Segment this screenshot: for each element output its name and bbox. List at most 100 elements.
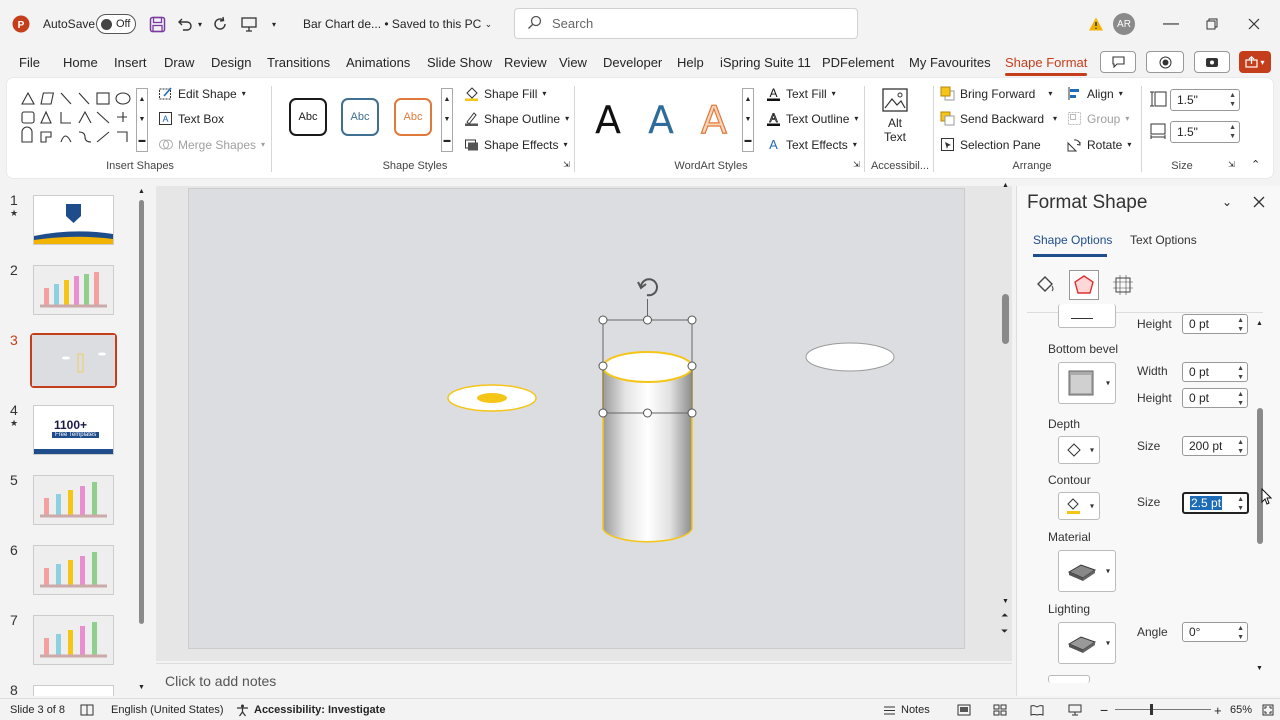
present-icon[interactable] [240, 0, 258, 48]
pane-options-chevron-icon[interactable]: ⌄ [1222, 195, 1232, 209]
shape-height-input[interactable]: 1.5" ▲ ▼ [1170, 89, 1240, 111]
customize-toolbar-icon[interactable]: ▾ [272, 0, 276, 48]
fill-line-icon[interactable] [1034, 274, 1056, 299]
collapse-ribbon-icon[interactable]: ⌃ [1251, 158, 1260, 171]
thumbnails-scrollbar[interactable]: ▲ ▼ [136, 188, 146, 692]
undo-icon[interactable] [176, 0, 194, 48]
scroll-up-icon[interactable]: ▲ [1002, 182, 1009, 189]
tab-home[interactable]: Home [63, 48, 98, 76]
slide-thumbnail-5[interactable] [33, 475, 114, 525]
comments-button[interactable] [1100, 51, 1136, 73]
slide-thumbnail-4[interactable]: 1100+ Free Templates [33, 405, 114, 455]
canvas-scrollbar[interactable]: ▲ ▼ ⏶ ⏷ [1000, 182, 1012, 646]
depth-color-button[interactable]: ▾ [1058, 436, 1100, 464]
tab-transitions[interactable]: Transitions [267, 48, 330, 76]
style-preset-black[interactable]: Abc [289, 98, 327, 136]
slide-thumbnail-8[interactable] [33, 685, 114, 696]
lighting-button[interactable]: ▾ [1058, 622, 1116, 664]
depth-size-input[interactable]: 200 pt ▲ ▼ [1182, 436, 1248, 456]
tab-text-options[interactable]: Text Options [1130, 233, 1197, 247]
tab-review[interactable]: Review [504, 48, 547, 76]
shapes-gallery-scroll[interactable]: ▲ ▼ ▬ [136, 88, 148, 152]
slide-sorter-icon[interactable] [993, 699, 1007, 720]
accessibility-checker[interactable]: Accessibility: Investigate [236, 699, 385, 720]
bottom-width-input[interactable]: 0 pt ▲ ▼ [1182, 362, 1248, 382]
tab-shape-options[interactable]: Shape Options [1033, 233, 1112, 247]
wordart-blue[interactable]: A [648, 98, 674, 142]
dialog-launcher-icon[interactable]: ⇲ [1228, 160, 1235, 169]
normal-view-icon[interactable] [957, 699, 971, 720]
warning-icon[interactable] [1088, 0, 1104, 48]
minimize-icon[interactable]: — [1163, 0, 1179, 48]
zoom-in-icon[interactable]: + [1214, 699, 1222, 720]
group-button[interactable]: Group ▾ [1067, 111, 1129, 126]
save-icon[interactable] [149, 0, 166, 48]
record-button[interactable] [1146, 51, 1184, 73]
teams-button[interactable] [1194, 51, 1230, 73]
wordart-orange-outline[interactable]: A [700, 97, 727, 142]
slideshow-view-icon[interactable] [1068, 699, 1082, 720]
tab-help[interactable]: Help [677, 48, 704, 76]
next-slide-icon[interactable]: ⏷ [1001, 626, 1008, 637]
slide-thumbnail-6[interactable] [33, 545, 114, 595]
share-button[interactable]: ▾ [1239, 51, 1271, 73]
previous-slide-icon[interactable]: ⏶ [1001, 610, 1008, 621]
tab-design[interactable]: Design [211, 48, 251, 76]
top-height-input[interactable]: 0 pt ▲ ▼ [1182, 314, 1248, 334]
spinner-icon[interactable]: ▲ ▼ [1229, 123, 1236, 141]
tab-developer[interactable]: Developer [603, 48, 662, 76]
cylinder-shape[interactable] [602, 351, 693, 543]
tab-insert[interactable]: Insert [114, 48, 147, 76]
effects-icon[interactable] [1069, 270, 1099, 300]
close-pane-icon[interactable] [1253, 196, 1265, 211]
undo-dropdown-icon[interactable]: ▾ [198, 0, 202, 48]
send-backward-button[interactable]: Send Backward ▾ [940, 111, 1057, 126]
scroll-up-icon[interactable]: ▲ [138, 188, 145, 195]
style-preset-blue[interactable]: Abc [341, 98, 379, 136]
scroll-down-icon[interactable]: ▼ [1256, 665, 1263, 672]
language-indicator[interactable]: English (United States) [111, 699, 224, 720]
zoom-slider-thumb[interactable] [1150, 704, 1153, 715]
edit-shape-button[interactable]: Edit Shape ▾ [158, 86, 246, 101]
autosave-toggle[interactable]: Off [96, 0, 136, 48]
thumbnails-scroll-thumb[interactable] [139, 200, 144, 624]
scroll-down-icon[interactable]: ▼ [138, 684, 145, 691]
tab-my-favourites[interactable]: My Favourites [909, 48, 991, 76]
text-effects-button[interactable]: A Text Effects ▾ [766, 137, 857, 152]
wordart-black[interactable]: A [595, 98, 621, 142]
merge-shapes-button[interactable]: Merge Shapes ▾ [158, 137, 265, 152]
close-window-icon[interactable] [1248, 0, 1260, 48]
tab-ispring[interactable]: iSpring Suite 11 [720, 48, 811, 76]
user-avatar[interactable]: AR [1113, 0, 1135, 48]
notes-toggle[interactable]: Notes [883, 699, 930, 720]
notes-pane[interactable]: Click to add notes [156, 663, 1012, 696]
dialog-launcher-icon[interactable]: ⇲ [563, 160, 570, 169]
spinner-icon[interactable]: ▲ ▼ [1237, 364, 1244, 382]
document-title[interactable]: Bar Chart de... • Saved to this PC ⌄ [303, 0, 492, 48]
bottom-bevel-button[interactable]: ▾ [1058, 362, 1116, 404]
canvas-scroll-thumb[interactable] [1002, 294, 1009, 344]
tab-file[interactable]: File [19, 48, 40, 76]
shape-width-input[interactable]: 1.5" ▲ ▼ [1170, 121, 1240, 143]
tab-animations[interactable]: Animations [346, 48, 410, 76]
scroll-up-icon[interactable]: ▲ [1256, 320, 1263, 327]
spinner-icon[interactable]: ▲ ▼ [1237, 390, 1244, 408]
size-properties-icon[interactable] [1112, 274, 1134, 299]
bring-forward-button[interactable]: Bring Forward ▾ [940, 86, 1052, 101]
pane-scroll-thumb[interactable] [1257, 408, 1263, 544]
spinner-icon[interactable]: ▲ ▼ [1237, 438, 1244, 456]
scroll-down-icon[interactable]: ▼ [1002, 598, 1009, 605]
alt-text-button[interactable]: Alt Text [873, 86, 917, 150]
top-bevel-button[interactable] [1058, 304, 1116, 328]
white-ellipse-shape[interactable] [805, 342, 895, 372]
tab-shape-format[interactable]: Shape Format [1005, 48, 1088, 76]
shape-effects-button[interactable]: Shape Effects ▾ [464, 137, 568, 152]
slide-thumbnail-2[interactable] [33, 265, 114, 315]
tab-draw[interactable]: Draw [164, 48, 194, 76]
tab-pdfelement[interactable]: PDFelement [822, 48, 894, 76]
dialog-launcher-icon[interactable]: ⇲ [853, 160, 860, 169]
text-fill-button[interactable]: A Text Fill ▾ [766, 86, 836, 101]
shape-fill-button[interactable]: Shape Fill ▾ [464, 86, 546, 101]
fit-to-window-icon[interactable] [1262, 699, 1274, 720]
zoom-slider-track[interactable] [1115, 709, 1211, 710]
